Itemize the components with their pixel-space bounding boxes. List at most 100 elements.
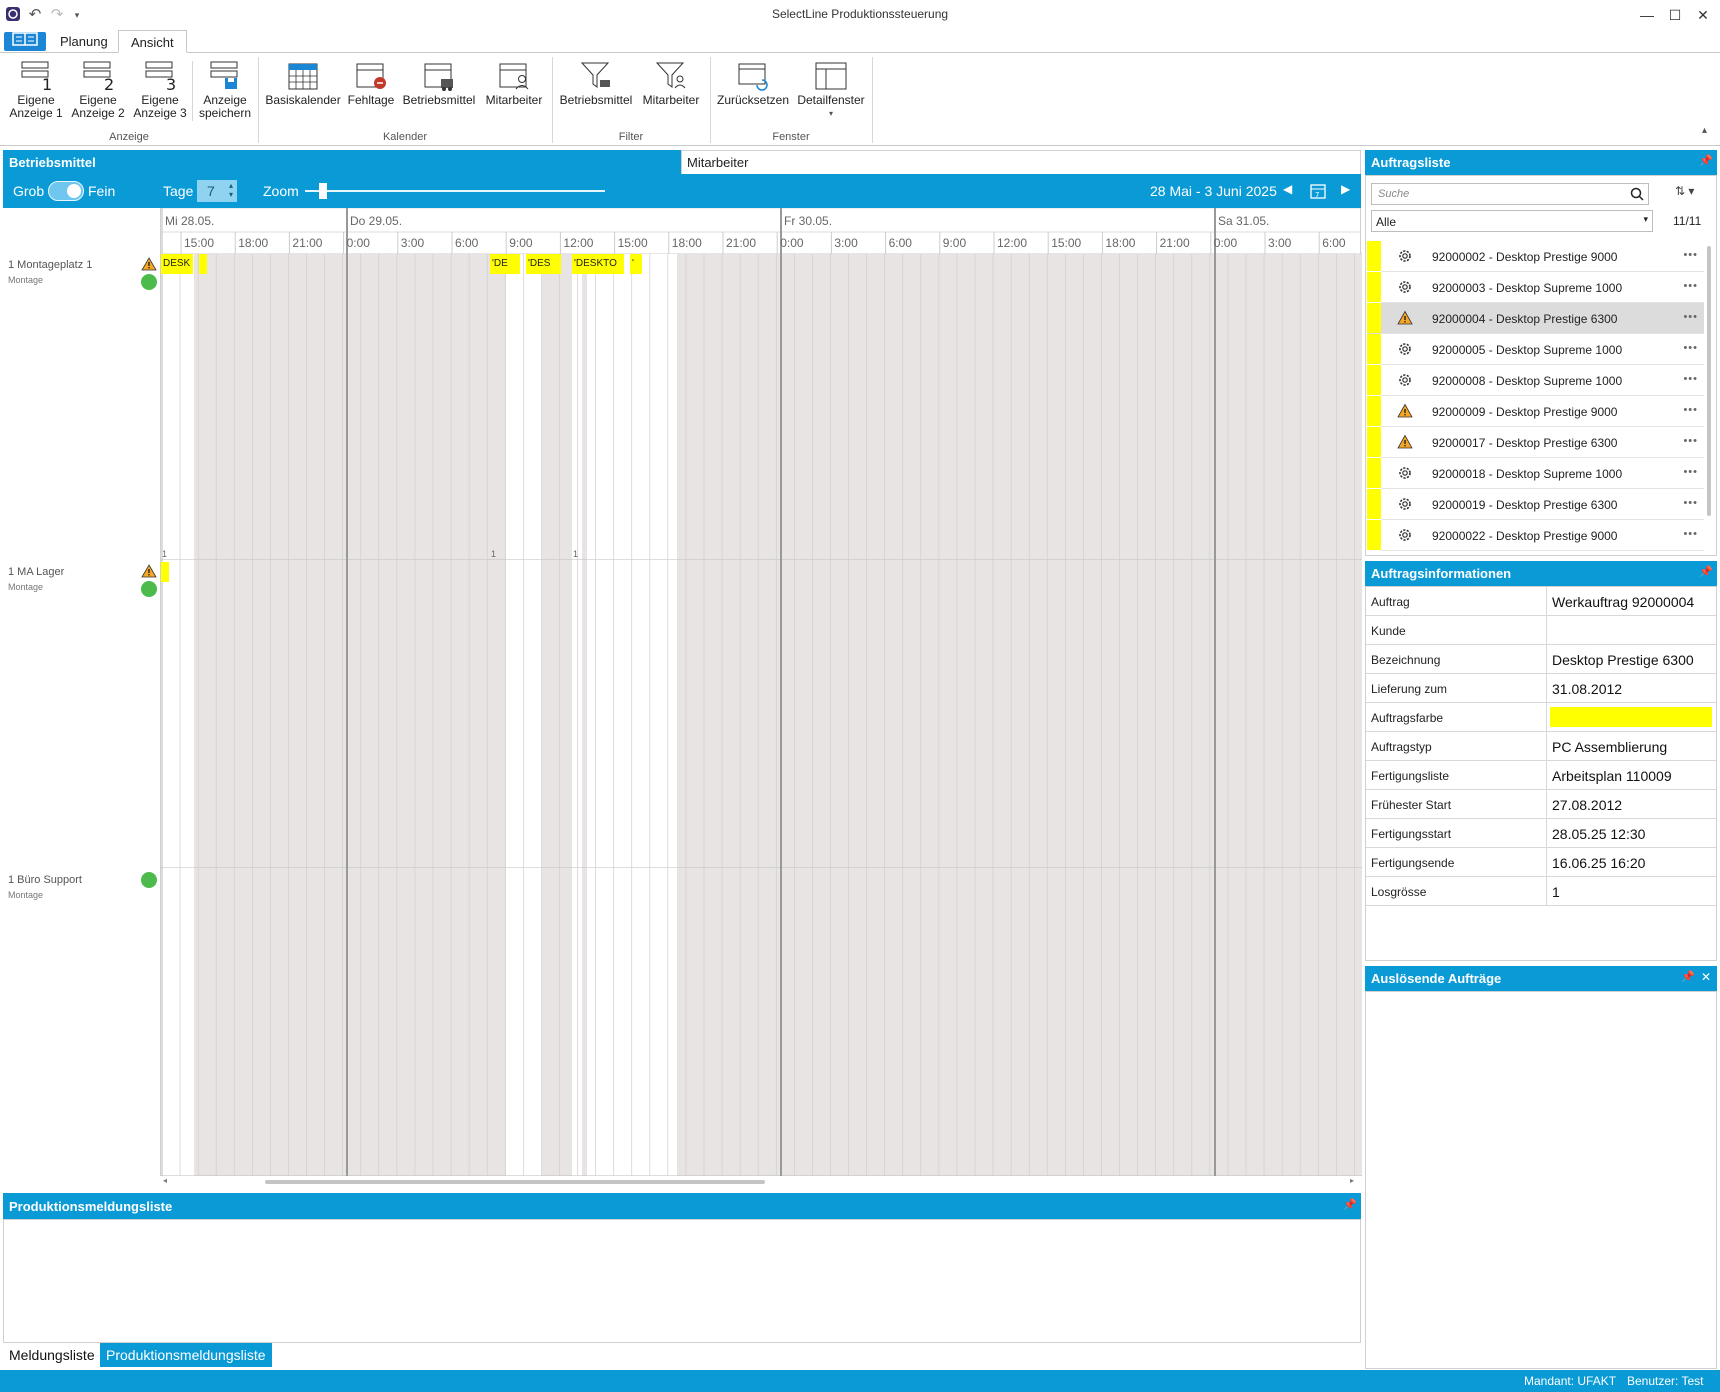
tab-mitarbeiter[interactable]: Mitarbeiter: [681, 150, 1361, 174]
file-menu-button[interactable]: [4, 32, 46, 51]
list-item[interactable]: 92000009 - Desktop Prestige 9000 •••: [1367, 396, 1704, 427]
stepper-arrows-icon[interactable]: ▴ ▾: [229, 181, 233, 199]
task-bar[interactable]: 'DE: [490, 254, 520, 274]
list-item[interactable]: 92000005 - Desktop Supreme 1000 •••: [1367, 334, 1704, 365]
calendar-person-icon: [496, 59, 532, 91]
previous-arrow-icon[interactable]: ◀: [1283, 182, 1292, 196]
svg-text:3: 3: [166, 75, 176, 91]
info-row: Auftrag Werkauftrag 92000004: [1366, 587, 1716, 616]
search-icon[interactable]: [1630, 187, 1644, 206]
info-value: 28.05.25 12:30: [1552, 826, 1646, 842]
more-icon[interactable]: •••: [1683, 373, 1698, 385]
mitarbeiter-kalender-button[interactable]: Mitarbeiter: [480, 59, 548, 107]
zoom-slider-thumb[interactable]: [319, 183, 327, 199]
task-bar[interactable]: DESK: [161, 254, 193, 274]
scroll-left-icon[interactable]: ◂: [163, 1176, 167, 1185]
list-item[interactable]: 92000018 - Desktop Supreme 1000 •••: [1367, 458, 1704, 489]
list-item[interactable]: 92000004 - Desktop Prestige 6300 •••: [1367, 303, 1704, 334]
warning-icon: [1397, 310, 1413, 326]
vertical-scrollbar[interactable]: [1707, 246, 1711, 516]
tab-meldungsliste[interactable]: Meldungsliste: [3, 1343, 101, 1367]
zoom-slider[interactable]: [305, 190, 605, 192]
close-button[interactable]: ✕: [1690, 4, 1716, 26]
ribbon-collapse-icon[interactable]: ▴: [1702, 125, 1707, 136]
eigene-anzeige-1-button[interactable]: 1 Eigene Anzeige 1: [6, 59, 66, 120]
svg-text:1: 1: [42, 75, 52, 91]
button-label: Fehltage: [347, 93, 395, 107]
filter-select[interactable]: Alle ▾: [1371, 210, 1653, 232]
order-color-bar: [1367, 241, 1381, 271]
pin-icon[interactable]: 📌: [1699, 154, 1713, 167]
pin-icon[interactable]: 📌: [1343, 1198, 1357, 1211]
date-range: 28 Mai - 3 Juni 2025: [1150, 183, 1277, 199]
horizontal-scrollbar[interactable]: [265, 1180, 765, 1184]
tab-ansicht[interactable]: Ansicht: [118, 30, 187, 53]
search-input[interactable]: Suche: [1371, 183, 1649, 205]
gantt-chart[interactable]: [3, 208, 1362, 1176]
order-color-bar: [1367, 365, 1381, 395]
eigene-anzeige-2-button[interactable]: 2 Eigene Anzeige 2: [68, 59, 128, 120]
pin-icon[interactable]: 📌: [1681, 970, 1695, 983]
day-label: Fr 30.05.: [784, 214, 833, 228]
task-bar[interactable]: 'DESKTO: [572, 254, 624, 274]
ribbon-tab-row: Planung Ansicht: [0, 30, 1720, 53]
more-icon[interactable]: •••: [1683, 497, 1698, 509]
tage-stepper[interactable]: 7 ▴ ▾: [197, 180, 237, 202]
pin-icon[interactable]: 📌: [1699, 565, 1713, 578]
list-item[interactable]: 92000003 - Desktop Supreme 1000 •••: [1367, 272, 1704, 303]
list-item[interactable]: 92000002 - Desktop Prestige 9000 •••: [1367, 241, 1704, 272]
task-bar[interactable]: [199, 254, 207, 274]
more-icon[interactable]: •••: [1683, 528, 1698, 540]
button-label: speichern: [198, 106, 252, 120]
minimize-button[interactable]: —: [1634, 4, 1660, 26]
next-arrow-icon[interactable]: ▶: [1341, 182, 1350, 196]
task-bar[interactable]: 'DES: [526, 254, 561, 274]
anzeige-speichern-button[interactable]: Anzeige speichern: [196, 59, 254, 120]
gear-icon: [1397, 496, 1413, 512]
reset-window-icon: [735, 59, 771, 91]
list-item[interactable]: 92000022 - Desktop Prestige 9000 •••: [1367, 520, 1704, 551]
scroll-right-icon[interactable]: ▸: [1350, 1176, 1354, 1185]
maximize-button[interactable]: ☐: [1662, 4, 1688, 26]
tab-betriebsmittel[interactable]: Betriebsmittel: [3, 150, 681, 174]
filter-betriebsmittel-button[interactable]: Betriebsmittel: [556, 59, 636, 107]
filter-value: Alle: [1376, 215, 1397, 229]
gear-icon: [1397, 372, 1413, 388]
more-icon[interactable]: •••: [1683, 466, 1698, 478]
info-key: Auftragsfarbe: [1371, 711, 1444, 725]
svg-text:7: 7: [1315, 191, 1319, 199]
more-icon[interactable]: •••: [1683, 280, 1698, 292]
basiskalender-button[interactable]: Basiskalender: [264, 59, 342, 107]
detailfenster-button[interactable]: Detailfenster ▾: [794, 59, 868, 120]
grob-fein-toggle[interactable]: [48, 181, 84, 201]
fehltage-button[interactable]: Fehltage: [344, 59, 398, 107]
info-key: Fertigungsstart: [1371, 827, 1452, 841]
more-icon[interactable]: •••: [1683, 311, 1698, 323]
betriebsmittel-kalender-button[interactable]: Betriebsmittel: [400, 59, 478, 107]
task-bar[interactable]: ': [630, 254, 642, 274]
grob-label: Grob: [13, 183, 45, 199]
sort-icon[interactable]: ⇅ ▾: [1675, 184, 1694, 198]
more-icon[interactable]: •••: [1683, 435, 1698, 447]
filter-mitarbeiter-button[interactable]: Mitarbeiter: [638, 59, 704, 107]
more-icon[interactable]: •••: [1683, 404, 1698, 416]
hour-label: 6:00: [1322, 236, 1346, 250]
list-item[interactable]: 92000008 - Desktop Supreme 1000 •••: [1367, 365, 1704, 396]
zuruecksetzen-button[interactable]: Zurücksetzen: [714, 59, 792, 107]
panel-title: Produktionsmeldungsliste: [9, 1199, 173, 1214]
more-icon[interactable]: •••: [1683, 249, 1698, 261]
list-item[interactable]: 92000019 - Desktop Prestige 6300 •••: [1367, 489, 1704, 520]
panel-title: Auftragsliste: [1371, 155, 1451, 170]
tab-produktionsmeldungsliste[interactable]: Produktionsmeldungsliste: [100, 1343, 272, 1367]
order-label: 92000003 - Desktop Supreme 1000: [1432, 281, 1623, 295]
order-color-bar: [1367, 489, 1381, 519]
task-bar[interactable]: [161, 562, 169, 582]
order-color-bar: [1367, 303, 1381, 333]
eigene-anzeige-3-button[interactable]: 3 Eigene Anzeige 3: [130, 59, 190, 120]
order-color-bar: [1367, 458, 1381, 488]
calendar-picker-icon[interactable]: 7: [1309, 182, 1327, 203]
more-icon[interactable]: •••: [1683, 342, 1698, 354]
list-item[interactable]: 92000017 - Desktop Prestige 6300 •••: [1367, 427, 1704, 458]
tab-planung[interactable]: Planung: [48, 30, 120, 53]
close-icon[interactable]: ✕: [1701, 970, 1711, 984]
